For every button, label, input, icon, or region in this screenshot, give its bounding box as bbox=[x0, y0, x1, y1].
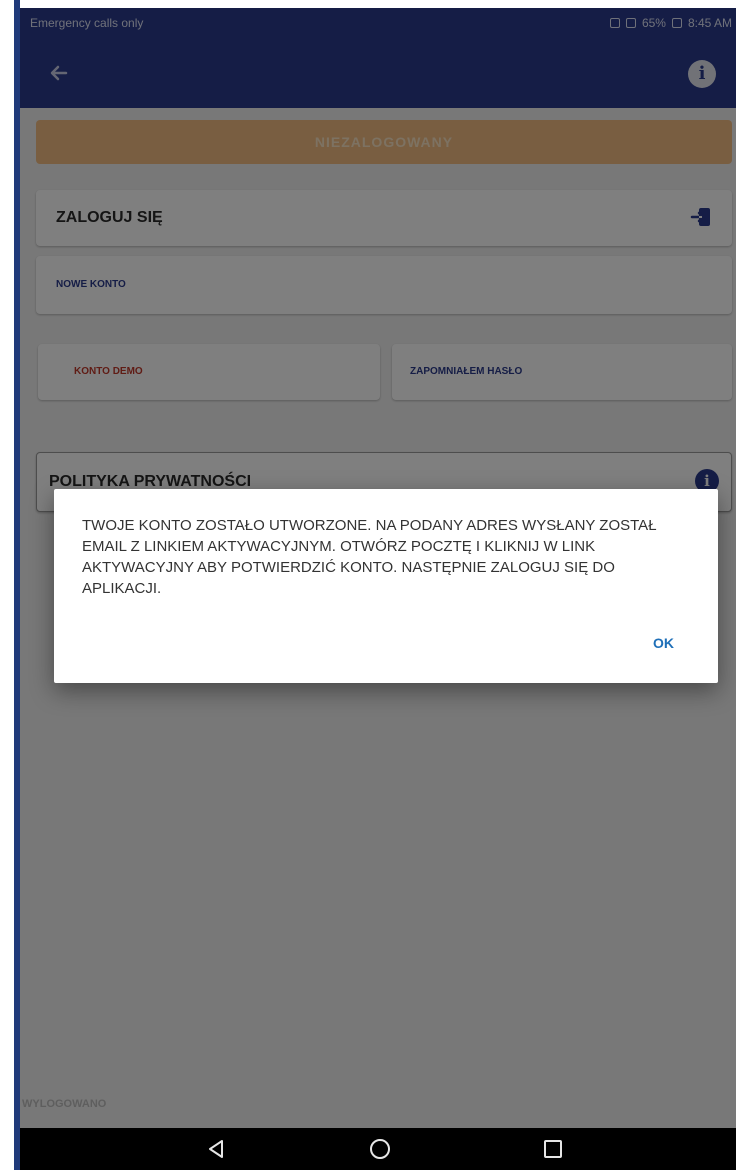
ok-button[interactable]: OK bbox=[649, 631, 678, 655]
nav-home-icon[interactable] bbox=[370, 1139, 390, 1159]
system-nav-bar bbox=[20, 1128, 736, 1170]
nav-back-icon[interactable] bbox=[203, 1136, 229, 1162]
dialog-message: TWOJE KONTO ZOSTAŁO UTWORZONE. NA PODANY… bbox=[82, 517, 657, 597]
app-screen: Emergency calls only 65% 8:45 AM i NIEZA… bbox=[20, 8, 736, 1170]
nav-recents-icon[interactable] bbox=[544, 1140, 562, 1158]
account-created-dialog: TWOJE KONTO ZOSTAŁO UTWORZONE. NA PODANY… bbox=[54, 489, 718, 683]
